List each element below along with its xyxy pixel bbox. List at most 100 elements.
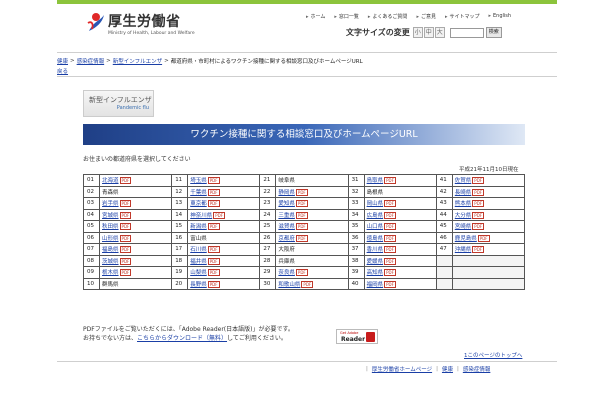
- prefecture-cell: 福岡県 PDF: [363, 277, 437, 290]
- prefecture-number: 36: [347, 231, 365, 244]
- prefecture-link[interactable]: 神奈川県: [190, 213, 212, 219]
- prefecture-link[interactable]: 岡山県: [367, 201, 384, 207]
- font-size-medium-button[interactable]: 中: [423, 27, 434, 38]
- table-row: 04 宮城県 PDF 14 神奈川県 PDF 24 三重県 PDF 34 広島県 PDF 44 大分県 PD…: [82, 208, 526, 221]
- prefecture-name: 群馬県: [102, 281, 119, 288]
- adobe-download-link[interactable]: こちらからダウンロード（無料）: [137, 335, 227, 342]
- get-adobe-reader-badge[interactable]: Get Adobe Reader: [336, 329, 378, 344]
- pdf-icon: PDF: [207, 188, 220, 196]
- prefecture-link[interactable]: 京都府: [278, 236, 295, 242]
- prefecture-link[interactable]: 山形県: [102, 236, 119, 242]
- prefecture-link[interactable]: 埼玉県: [190, 178, 207, 184]
- prefecture-link[interactable]: 大分県: [455, 213, 472, 219]
- prefecture-link[interactable]: 宮城県: [102, 213, 119, 219]
- prefecture-link[interactable]: 奈良県: [278, 270, 295, 276]
- adobe-logo-icon: [366, 332, 375, 342]
- prefecture-link[interactable]: 鹿児島県: [455, 236, 477, 242]
- prefecture-cell: 青森県: [99, 185, 173, 198]
- back-to-top-link[interactable]: 1このページのトップへ: [464, 351, 522, 359]
- pdf-note-line1: PDFファイルをご覧いただくには、「Adobe Reader(日本語版)」が必要…: [83, 326, 294, 333]
- pandemic-flu-banner[interactable]: 新型インフルエンザ Pandemic flu: [83, 90, 154, 117]
- prefecture-cell: 徳島県 PDF: [363, 231, 437, 244]
- breadcrumb-flu-link[interactable]: 新型インフルエンザ: [113, 57, 162, 65]
- breadcrumb-health-link[interactable]: 健康: [57, 57, 68, 65]
- prefecture-link[interactable]: 山梨県: [190, 270, 207, 276]
- prefecture-link[interactable]: 岩手県: [102, 201, 119, 207]
- prefecture-link[interactable]: 和歌山県: [278, 282, 300, 288]
- prefecture-link[interactable]: 北海道: [102, 178, 119, 184]
- breadcrumb-arrow-icon: >: [106, 58, 111, 64]
- site-title[interactable]: 厚生労働省: [108, 11, 181, 31]
- prefecture-link[interactable]: 沖縄県: [455, 247, 472, 253]
- pdf-note-prefix: お持ちでない方は、: [83, 335, 138, 342]
- prefecture-link[interactable]: 福井県: [190, 259, 207, 265]
- prefecture-cell: 東京都 PDF: [187, 197, 261, 210]
- prefecture-number: 22: [259, 185, 277, 198]
- prefecture-number: 35: [347, 220, 365, 233]
- prefecture-cell: 秋田県 PDF: [99, 220, 173, 233]
- prefecture-link[interactable]: 香川県: [367, 247, 384, 253]
- prefecture-cell: 福井県 PDF: [187, 254, 261, 267]
- prefecture-link[interactable]: 山口県: [367, 224, 384, 230]
- pdf-note-suffix: してご利用ください。: [227, 335, 287, 342]
- pdf-icon: PDF: [119, 257, 132, 265]
- prefecture-link[interactable]: 千葉県: [190, 190, 207, 196]
- pdf-icon: PDF: [119, 246, 132, 254]
- prefecture-link[interactable]: 熊本県: [455, 201, 472, 207]
- prefecture-link[interactable]: 東京都: [190, 201, 207, 207]
- prefecture-link[interactable]: 三重県: [278, 213, 295, 219]
- prefecture-link[interactable]: 福岡県: [367, 282, 384, 288]
- footer-mhlw-home-link[interactable]: 厚生労働省ホームページ: [372, 365, 432, 373]
- nav-feedback-link[interactable]: ご意見: [416, 13, 436, 20]
- nav-contacts-link[interactable]: 窓口一覧: [334, 13, 359, 20]
- prefecture-name: 青森県: [102, 189, 119, 196]
- pdf-icon: PDF: [207, 257, 220, 265]
- prefecture-link[interactable]: 石川県: [190, 247, 207, 253]
- prefecture-number: 30: [259, 277, 277, 290]
- prefecture-number: 38: [347, 254, 365, 267]
- breadcrumb: 健康 > 感染症情報 > 新型インフルエンザ > 都道府県・市町村によるワクチン…: [57, 57, 363, 65]
- prefecture-number: 33: [347, 197, 365, 210]
- prefecture-link[interactable]: 佐賀県: [455, 178, 472, 184]
- search-button[interactable]: 検索: [485, 27, 502, 38]
- prefecture-number: 07: [82, 243, 101, 256]
- prefecture-link[interactable]: 鳥取県: [367, 178, 384, 184]
- prefecture-link[interactable]: 長崎県: [455, 190, 472, 196]
- font-size-small-button[interactable]: 小: [412, 27, 423, 38]
- prefecture-link[interactable]: 広島県: [367, 213, 384, 219]
- prefecture-link[interactable]: 新潟県: [190, 224, 207, 230]
- prefecture-link[interactable]: 宮崎県: [455, 224, 472, 230]
- back-link[interactable]: 戻る: [57, 67, 68, 75]
- prefecture-number: 03: [82, 197, 101, 210]
- nav-faq-link[interactable]: よくあるご質問: [368, 13, 407, 20]
- font-size-large-button[interactable]: 大: [434, 27, 445, 38]
- prefecture-link[interactable]: 徳島県: [367, 236, 384, 242]
- prefecture-link[interactable]: 滋賀県: [278, 224, 295, 230]
- nav-home-link[interactable]: ホーム: [306, 13, 326, 20]
- prefecture-number: 01: [82, 174, 101, 187]
- nav-sitemap-link[interactable]: サイトマップ: [445, 13, 479, 20]
- prefecture-link[interactable]: 福島県: [102, 247, 119, 253]
- prefecture-link[interactable]: 長野県: [190, 282, 207, 288]
- prefecture-link[interactable]: 栃木県: [102, 270, 119, 276]
- pdf-icon: PDF: [384, 211, 396, 219]
- nav-english-link[interactable]: English: [489, 13, 511, 20]
- prefecture-link[interactable]: 茨城県: [102, 259, 119, 265]
- search-input[interactable]: [449, 27, 484, 38]
- footer-health-link[interactable]: 健康: [442, 365, 453, 373]
- prefecture-link[interactable]: 愛知県: [278, 201, 295, 207]
- prefecture-number: [435, 266, 453, 279]
- prefecture-number: [435, 254, 453, 267]
- breadcrumb-infection-link[interactable]: 感染症情報: [77, 57, 105, 65]
- prefecture-number: 09: [82, 266, 101, 279]
- footer-infection-link[interactable]: 感染症情報: [463, 365, 491, 373]
- prefecture-link[interactable]: 愛媛県: [367, 259, 384, 265]
- prefecture-cell: 茨城県 PDF: [99, 254, 173, 267]
- prefecture-link[interactable]: 静岡県: [278, 190, 295, 196]
- prefecture-number: 32: [347, 185, 365, 198]
- prefecture-link[interactable]: 秋田県: [102, 224, 119, 230]
- breadcrumb-current: 都道府県・市町村によるワクチン接種に関する相談窓口及びホームページURL: [170, 59, 363, 65]
- prefecture-link[interactable]: 高知県: [367, 270, 384, 276]
- table-row: 08 茨城県 PDF 18 福井県 PDF 28 兵庫県 38 愛媛県 PDF: [82, 254, 526, 267]
- breadcrumb-divider: [57, 76, 557, 77]
